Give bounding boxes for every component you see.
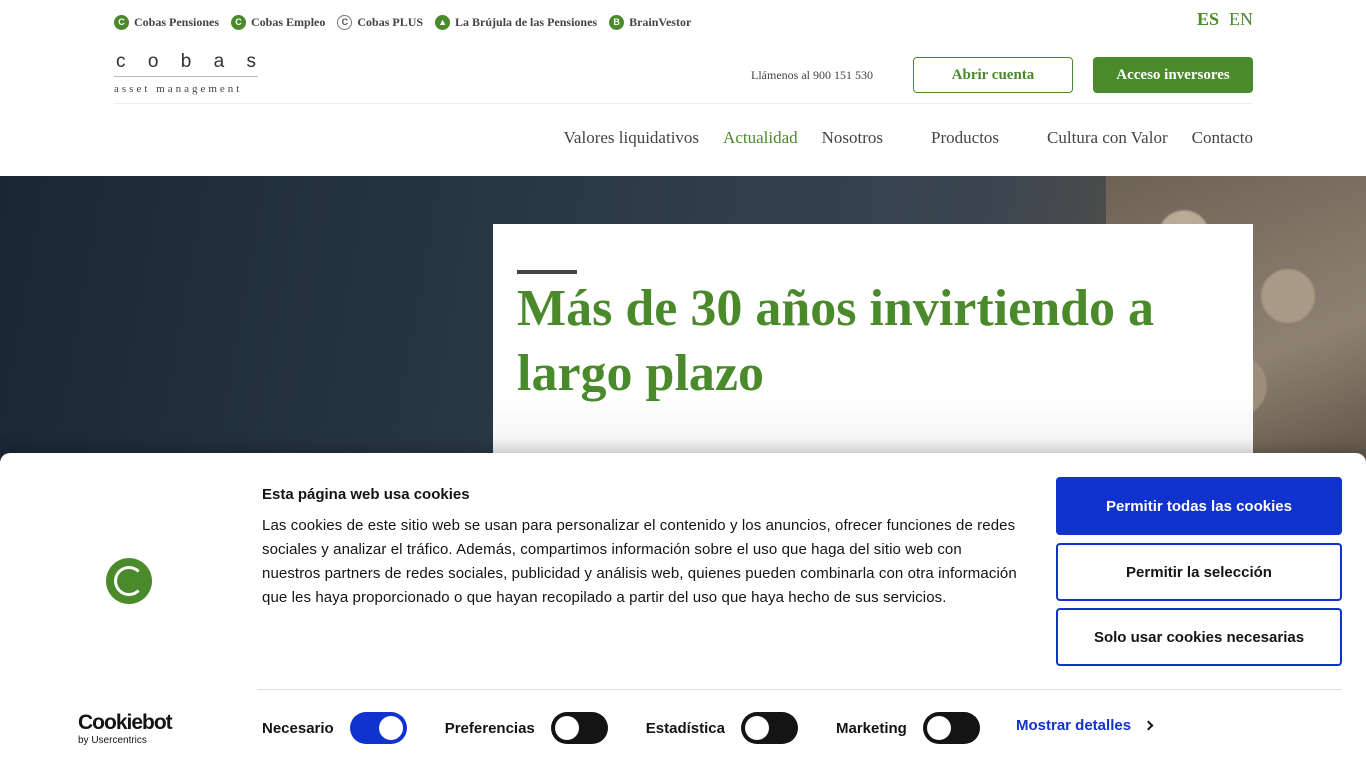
cookie-banner: Esta página web usa cookies Las cookies … xyxy=(0,453,1366,768)
toggle-necesario: Necesario xyxy=(262,712,407,744)
chevron-right-icon xyxy=(1143,720,1154,731)
toplink-label: Cobas Pensiones xyxy=(134,14,220,29)
lang-es[interactable]: ES xyxy=(1197,9,1219,30)
toggle-label: Marketing xyxy=(836,719,907,737)
toggle-label: Necesario xyxy=(262,719,334,737)
main-nav: Valores liquidativos Actualidad Nosotros… xyxy=(564,128,1253,148)
logo-letter: a xyxy=(213,51,225,72)
cookiebot-logo[interactable]: Cookiebot by Usercentrics xyxy=(78,711,182,747)
necessary-only-button[interactable]: Solo usar cookies necesarias xyxy=(1056,608,1342,666)
logo-subtitle: asset management xyxy=(114,83,243,95)
allow-selection-button[interactable]: Permitir la selección xyxy=(1056,543,1342,601)
toplink-label: BrainVestor xyxy=(629,14,692,29)
header-divider xyxy=(114,103,1253,104)
logo-rule xyxy=(114,76,258,77)
show-details-link[interactable]: Mostrar detalles xyxy=(1016,717,1154,734)
hero-card: Más de 30 años invirtiendo a largo plazo xyxy=(493,224,1253,464)
toplink-label: Cobas PLUS xyxy=(357,14,424,29)
page: C Cobas Pensiones C Cobas Empleo C Cobas… xyxy=(0,0,1366,768)
logo-letter: c xyxy=(116,51,126,72)
compass-icon: ▲ xyxy=(435,14,451,30)
top-brand-links: C Cobas Pensiones C Cobas Empleo C Cobas… xyxy=(114,12,691,32)
necesario-switch[interactable] xyxy=(349,712,407,744)
toplink-cobas-pensiones[interactable]: C Cobas Pensiones xyxy=(114,14,220,30)
hero-accent-bar xyxy=(517,270,577,274)
allow-all-cookies-button[interactable]: Permitir todas las cookies xyxy=(1056,477,1342,535)
toplink-label: La Brújula de las Pensiones xyxy=(455,14,598,29)
toggle-estadistica: Estadística xyxy=(646,712,798,744)
cookiebot-brand: Cookiebot xyxy=(78,711,173,734)
marketing-switch[interactable] xyxy=(922,712,980,744)
cobas-c-icon: C xyxy=(114,14,129,30)
toggle-marketing: Marketing xyxy=(836,712,980,744)
cookie-text: Las cookies de este sitio web se usan pa… xyxy=(262,517,1017,606)
toplink-cobas-plus[interactable]: C Cobas PLUS xyxy=(337,14,424,30)
cookie-title: Esta página web usa cookies xyxy=(262,486,470,503)
toggle-preferencias: Preferencias xyxy=(445,712,608,744)
show-details-label: Mostrar detalles xyxy=(1016,717,1132,734)
open-account-button[interactable]: Abrir cuenta xyxy=(913,57,1073,93)
hero-title: Más de 30 años invirtiendo a largo plazo xyxy=(517,280,1155,402)
brainvestor-b-icon: B xyxy=(609,14,625,30)
toplink-label: Cobas Empleo xyxy=(251,14,326,29)
preferencias-switch[interactable] xyxy=(550,712,608,744)
logo-letter: o xyxy=(147,51,159,72)
logo-letter: s xyxy=(246,51,256,72)
cobas-c-icon: C xyxy=(231,14,247,30)
nav-item-productos[interactable]: Productos xyxy=(931,128,999,148)
estadistica-switch[interactable] xyxy=(741,712,798,744)
cookiebot-by: by Usercentrics xyxy=(78,735,147,746)
cookie-toggles: Necesario Preferencias Estadística Marke… xyxy=(262,712,1018,744)
toplink-brujula[interactable]: ▲ La Brújula de las Pensiones xyxy=(435,14,598,30)
cobas-logo[interactable]: c o b a s asset management xyxy=(114,52,258,98)
nav-item-contacto[interactable]: Contacto xyxy=(1192,128,1253,148)
cobas-c-logo-icon xyxy=(106,558,152,604)
investor-access-button[interactable]: Acceso inversores xyxy=(1093,57,1253,93)
language-switcher: ES EN xyxy=(1197,9,1253,30)
lang-en[interactable]: EN xyxy=(1229,9,1253,30)
toplink-brainvestor[interactable]: B BrainVestor xyxy=(609,14,692,30)
nav-item-valores-liquidativos[interactable]: Valores liquidativos xyxy=(564,128,700,148)
nav-item-nosotros[interactable]: Nosotros xyxy=(822,128,883,148)
cobas-plus-icon: C xyxy=(337,14,353,30)
nav-item-cultura-con-valor[interactable]: Cultura con Valor xyxy=(1047,128,1168,148)
logo-letter: b xyxy=(180,51,192,72)
phone-text: Llámenos al 900 151 530 xyxy=(751,68,873,82)
toggle-label: Estadística xyxy=(645,719,725,737)
toggle-label: Preferencias xyxy=(444,719,535,737)
toplink-cobas-empleo[interactable]: C Cobas Empleo xyxy=(231,14,326,30)
logo-wordmark: c o b a s xyxy=(114,52,258,72)
cookie-divider xyxy=(257,689,1342,690)
nav-item-actualidad[interactable]: Actualidad xyxy=(723,128,798,148)
